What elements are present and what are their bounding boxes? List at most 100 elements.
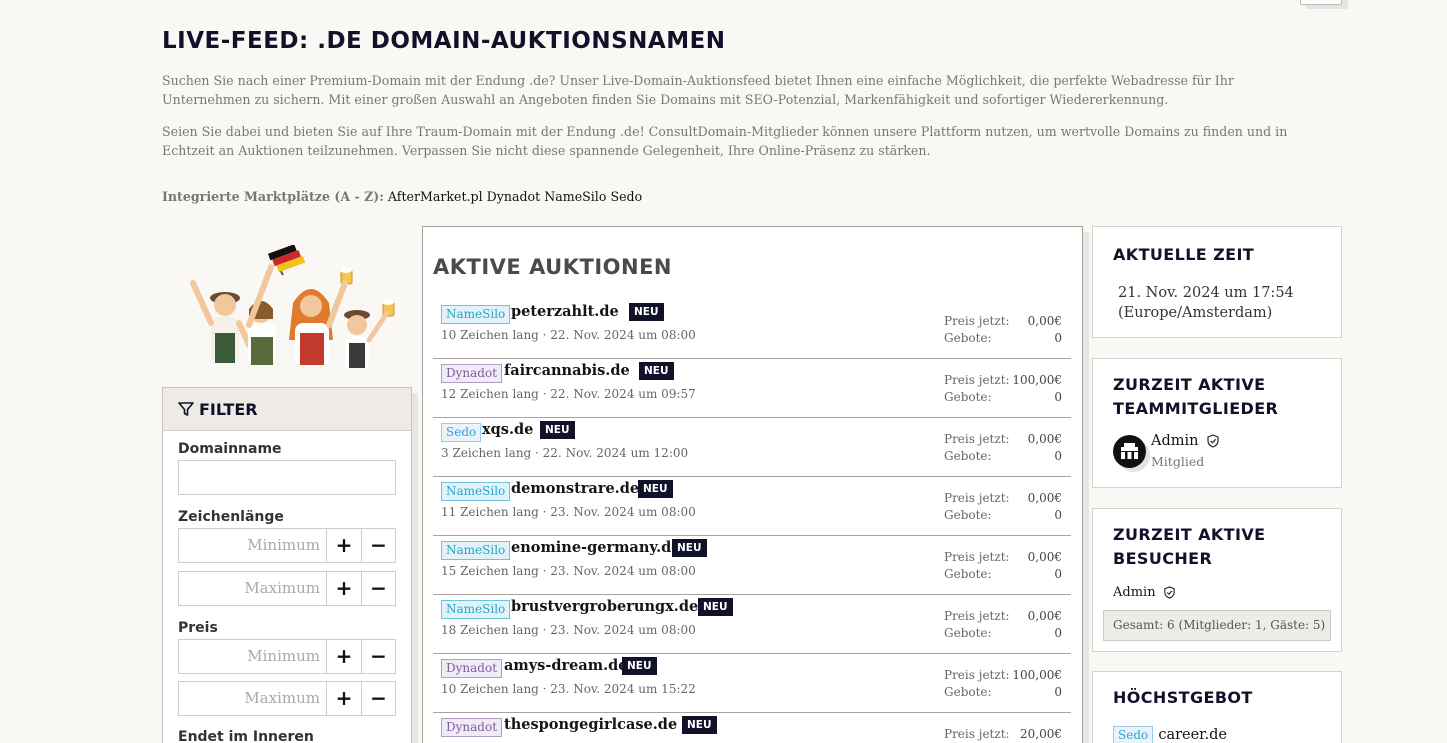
domain-name-link[interactable]: xqs.de: [482, 421, 533, 438]
bids-value: 0: [1054, 449, 1062, 463]
bids-value: 0: [1054, 390, 1062, 404]
auction-row[interactable]: NameSilo demonstrare.de NEU 11 Zeichen lang…: [433, 477, 1071, 536]
bids-label: Gebote:: [944, 567, 992, 581]
domain-name-link[interactable]: demonstrare.de: [511, 480, 639, 497]
active-visitors-title-2: Besucher: [1113, 549, 1213, 568]
visitor-totals: Gesamt: 6 (Mitglieder: 1, Gäste: 5): [1103, 610, 1331, 641]
marketplace-tag: NameSilo: [441, 600, 511, 619]
zeichenlaenge-min-input[interactable]: Minimum: [179, 529, 327, 562]
domainname-label: Domainname: [178, 441, 282, 457]
marketplace-tag: NameSilo: [441, 482, 511, 501]
domain-name-link[interactable]: thespongegirlcase.de: [504, 716, 677, 733]
auction-row[interactable]: Dynadot thespongegirlcase.de NEU Preis jetz…: [433, 713, 1071, 743]
auction-row[interactable]: NameSilo brustvergroberungx.de NEU 18 Zeich…: [433, 595, 1071, 654]
price-value: 0,00€: [1027, 314, 1062, 328]
team-member-name-row: Admin: [1151, 433, 1220, 449]
highest-bid-title: Höchstgebot: [1113, 688, 1253, 707]
marketplace-tag: Sedo: [1113, 726, 1154, 743]
auction-row[interactable]: Sedo xqs.de NEU 3 Zeichen lang · 22. Nov. 2…: [433, 418, 1071, 477]
active-team-card: Zurzeit aktive Teammitglieder Admin Mitg…: [1092, 358, 1342, 488]
zeichenlaenge-min-stepper: Minimum + −: [178, 528, 396, 563]
preis-min-stepper: Minimum + −: [178, 639, 396, 674]
price-label: Preis jetzt:: [944, 609, 1010, 623]
decrement-button[interactable]: −: [361, 682, 395, 715]
decrement-button[interactable]: −: [361, 640, 395, 673]
decrement-button[interactable]: −: [361, 529, 395, 562]
auction-row[interactable]: Dynadot amys-dream.de NEU 10 Zeichen lang ·…: [433, 654, 1071, 713]
page-title: Live-Feed: .de Domain-Auktionsnamen: [162, 28, 726, 54]
auction-row[interactable]: NameSilo peterzahlt.de NEU 10 Zeichen lang …: [433, 300, 1071, 359]
active-visitors-card: Zurzeit aktive Besucher Admin Gesamt: 6 …: [1092, 508, 1342, 652]
visitor-name[interactable]: Admin: [1113, 585, 1156, 600]
new-badge: NEU: [638, 480, 673, 498]
active-visitors-title-1: Zurzeit aktive: [1113, 525, 1266, 544]
auctions-title: Aktive Auktionen: [433, 255, 672, 279]
new-badge: NEU: [698, 598, 733, 616]
price-value: 0,00€: [1027, 432, 1062, 446]
auction-meta: 12 Zeichen lang · 22. Nov. 2024 um 09:57: [441, 387, 696, 401]
new-badge: NEU: [540, 421, 575, 439]
price-value: 0,00€: [1027, 550, 1062, 564]
bids-label: Gebote:: [944, 449, 992, 463]
domain-name-link[interactable]: faircannabis.de: [504, 362, 630, 379]
active-auctions-panel: Aktive Auktionen NameSilo peterzahlt.de NE…: [422, 226, 1083, 743]
avatar[interactable]: [1113, 435, 1146, 468]
filter-panel: Filter Domainname Zeichenlänge Minimum +…: [162, 387, 412, 743]
price-label: Preis jetzt:: [944, 432, 1010, 446]
top-menu-button[interactable]: [1300, 0, 1342, 5]
domain-name-link[interactable]: peterzahlt.de: [511, 303, 619, 320]
domain-name-link[interactable]: brustvergroberungx.de: [511, 598, 698, 615]
price-value: 0,00€: [1027, 609, 1062, 623]
price-value: 100,00€: [1012, 668, 1062, 682]
endet-label: Endet im Inneren: [178, 729, 314, 743]
marketplace-link[interactable]: AfterMarket.pl: [388, 189, 483, 204]
new-badge: NEU: [672, 539, 707, 557]
auction-row[interactable]: NameSilo enomine-germany.de NEU 15 Zeichen …: [433, 536, 1071, 595]
auction-row[interactable]: Dynadot faircannabis.de NEU 12 Zeichen lang…: [433, 359, 1071, 418]
bids-value: 0: [1054, 508, 1062, 522]
intro-paragraph-2: Seien Sie dabei und bieten Sie auf Ihre …: [162, 124, 1288, 158]
marketplace-link[interactable]: Sedo: [610, 189, 642, 204]
bids-value: 0: [1054, 331, 1062, 345]
domain-name-link[interactable]: enomine-germany.de: [511, 539, 681, 556]
domain-name-link[interactable]: amys-dream.de: [504, 657, 628, 674]
auction-meta: 10 Zeichen lang · 22. Nov. 2024 um 08:00: [441, 328, 696, 342]
auction-meta: 15 Zeichen lang · 23. Nov. 2024 um 08:00: [441, 564, 696, 578]
verified-shield-icon: [1164, 586, 1175, 599]
filter-header[interactable]: Filter: [163, 388, 411, 431]
verified-shield-icon: [1207, 434, 1219, 448]
marketplaces-label: Integrierte Marktplätze (A - Z):: [162, 189, 384, 204]
team-member-name[interactable]: Admin: [1151, 433, 1198, 449]
increment-button[interactable]: +: [327, 640, 361, 673]
increment-button[interactable]: +: [327, 682, 361, 715]
preis-max-input[interactable]: Maximum: [179, 682, 327, 715]
bids-label: Gebote:: [944, 508, 992, 522]
marketplace-link[interactable]: NameSilo: [544, 189, 606, 204]
bids-value: 0: [1054, 567, 1062, 581]
current-time-value: 21. Nov. 2024 um 17:54: [1118, 285, 1294, 301]
new-badge: NEU: [639, 362, 674, 380]
zeichenlaenge-max-input[interactable]: Maximum: [179, 572, 327, 605]
current-time-title: Aktuelle Zeit: [1113, 245, 1255, 264]
new-badge: NEU: [682, 716, 717, 734]
marketplaces-line: Integrierte Marktplätze (A - Z): AfterMa…: [162, 189, 642, 204]
price-label: Preis jetzt:: [944, 727, 1010, 741]
highest-bid-row: Sedo career.de: [1113, 724, 1321, 743]
marketplace-link[interactable]: Dynadot: [487, 189, 541, 204]
decrement-button[interactable]: −: [361, 572, 395, 605]
highest-bid-card: Höchstgebot Sedo career.de: [1092, 671, 1342, 743]
price-label: Preis jetzt:: [944, 491, 1010, 505]
auction-meta: 18 Zeichen lang · 23. Nov. 2024 um 08:00: [441, 623, 696, 637]
domainname-input[interactable]: [178, 460, 396, 495]
increment-button[interactable]: +: [327, 529, 361, 562]
bids-label: Gebote:: [944, 685, 992, 699]
preis-min-input[interactable]: Minimum: [179, 640, 327, 673]
price-label: Preis jetzt:: [944, 314, 1010, 328]
zeichenlaenge-label: Zeichenlänge: [178, 509, 284, 525]
bids-label: Gebote:: [944, 331, 992, 345]
bids-value: 0: [1054, 685, 1062, 699]
zeichenlaenge-max-stepper: Maximum + −: [178, 571, 396, 606]
highest-bid-domain[interactable]: career.de: [1158, 727, 1227, 743]
price-label: Preis jetzt:: [944, 373, 1010, 387]
increment-button[interactable]: +: [327, 572, 361, 605]
